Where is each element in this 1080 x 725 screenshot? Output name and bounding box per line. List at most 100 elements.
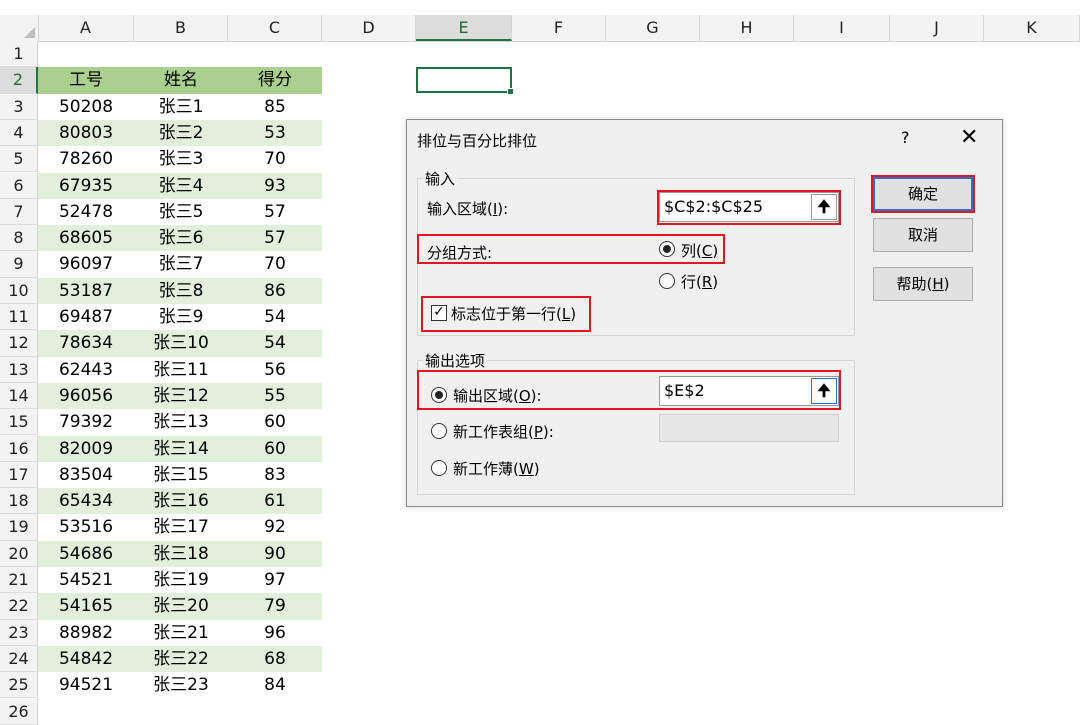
cell-score[interactable]: 55 bbox=[228, 383, 322, 409]
header-employee-id[interactable]: 工号 bbox=[38, 67, 134, 93]
output-range-field[interactable]: $E$2 🠉 bbox=[659, 376, 839, 406]
new-sheet-label[interactable]: 新工作表组(P): bbox=[453, 421, 554, 442]
radio-new-sheet[interactable] bbox=[431, 423, 447, 439]
cell-employee-id[interactable]: 96056 bbox=[38, 383, 134, 409]
cell-name[interactable]: 张三13 bbox=[134, 409, 228, 435]
column-header-A[interactable]: A bbox=[38, 15, 134, 41]
row-header-12[interactable]: 12 bbox=[0, 330, 38, 357]
column-header-H[interactable]: H bbox=[700, 15, 794, 41]
cell-name[interactable]: 张三19 bbox=[134, 567, 228, 593]
row-header-1[interactable]: 1 bbox=[0, 41, 38, 68]
cell-score[interactable]: 60 bbox=[228, 436, 322, 462]
cell-employee-id[interactable]: 54842 bbox=[38, 646, 134, 672]
row-header-11[interactable]: 11 bbox=[0, 304, 38, 331]
column-header-C[interactable]: C bbox=[228, 15, 322, 41]
cell-name[interactable]: 张三15 bbox=[134, 462, 228, 488]
cell-name[interactable]: 张三5 bbox=[134, 199, 228, 225]
column-header-B[interactable]: B bbox=[134, 15, 228, 41]
input-range-field[interactable]: $C$2:$C$25 🠉 bbox=[659, 192, 839, 222]
row-header-8[interactable]: 8 bbox=[0, 225, 38, 252]
radio-new-workbook[interactable] bbox=[431, 460, 447, 476]
cell-name[interactable]: 张三14 bbox=[134, 436, 228, 462]
cell-name[interactable]: 张三23 bbox=[134, 672, 228, 698]
header-name[interactable]: 姓名 bbox=[134, 67, 228, 93]
cell-employee-id[interactable]: 65434 bbox=[38, 488, 134, 514]
cell-score[interactable]: 68 bbox=[228, 646, 322, 672]
cell-score[interactable]: 96 bbox=[228, 620, 322, 646]
radio-output-range[interactable] bbox=[431, 387, 447, 403]
cell-score[interactable]: 61 bbox=[228, 488, 322, 514]
help-button[interactable]: 帮助(H) bbox=[873, 267, 973, 301]
new-sheet-field[interactable] bbox=[659, 414, 839, 442]
row-header-7[interactable]: 7 bbox=[0, 198, 38, 226]
cell-employee-id[interactable]: 54686 bbox=[38, 541, 134, 567]
row-header-19[interactable]: 19 bbox=[0, 514, 38, 541]
cell-score[interactable]: 57 bbox=[228, 225, 322, 251]
cell-score[interactable]: 90 bbox=[228, 541, 322, 567]
cell-employee-id[interactable]: 94521 bbox=[38, 672, 134, 698]
row-header-23[interactable]: 23 bbox=[0, 619, 38, 646]
cell-employee-id[interactable]: 52478 bbox=[38, 199, 134, 225]
cell-employee-id[interactable]: 53187 bbox=[38, 278, 134, 304]
header-score[interactable]: 得分 bbox=[228, 67, 322, 93]
column-header-J[interactable]: J bbox=[890, 15, 984, 41]
cell-name[interactable]: 张三10 bbox=[134, 330, 228, 356]
output-range-label[interactable]: 输出区域(O): bbox=[453, 385, 542, 406]
new-workbook-label[interactable]: 新工作薄(W) bbox=[453, 458, 540, 479]
row-header-15[interactable]: 15 bbox=[0, 409, 38, 436]
cell-employee-id[interactable]: 69487 bbox=[38, 304, 134, 330]
cell-score[interactable]: 70 bbox=[228, 146, 322, 172]
cell-score[interactable]: 92 bbox=[228, 514, 322, 540]
row-header-21[interactable]: 21 bbox=[0, 567, 38, 594]
cell-score[interactable]: 70 bbox=[228, 251, 322, 277]
cell-employee-id[interactable]: 96097 bbox=[38, 251, 134, 277]
cell-employee-id[interactable]: 68605 bbox=[38, 225, 134, 251]
cell-name[interactable]: 张三6 bbox=[134, 225, 228, 251]
cell-score[interactable]: 83 bbox=[228, 462, 322, 488]
column-header-F[interactable]: F bbox=[512, 15, 606, 41]
cancel-button[interactable]: 取消 bbox=[873, 218, 973, 252]
cell-score[interactable]: 57 bbox=[228, 199, 322, 225]
row-header-4[interactable]: 4 bbox=[0, 119, 38, 147]
row-header-24[interactable]: 24 bbox=[0, 645, 38, 673]
close-icon[interactable]: ✕ bbox=[960, 125, 978, 150]
help-icon[interactable]: ? bbox=[901, 128, 910, 147]
cell-score[interactable]: 54 bbox=[228, 330, 322, 356]
row-header-5[interactable]: 5 bbox=[0, 146, 38, 173]
cell-employee-id[interactable]: 88982 bbox=[38, 620, 134, 646]
cell-name[interactable]: 张三22 bbox=[134, 646, 228, 672]
column-header-D[interactable]: D bbox=[322, 15, 416, 41]
ok-button[interactable]: 确定 bbox=[873, 177, 973, 211]
cell-employee-id[interactable]: 54521 bbox=[38, 567, 134, 593]
cell-employee-id[interactable]: 54165 bbox=[38, 593, 134, 619]
cell-score[interactable]: 86 bbox=[228, 278, 322, 304]
cell-name[interactable]: 张三12 bbox=[134, 383, 228, 409]
row-header-16[interactable]: 16 bbox=[0, 435, 38, 462]
cell-employee-id[interactable]: 82009 bbox=[38, 436, 134, 462]
collapse-dialog-icon[interactable]: 🠉 bbox=[811, 378, 837, 404]
cell-employee-id[interactable]: 78634 bbox=[38, 330, 134, 356]
labels-first-row-label[interactable]: 标志位于第一行(L) bbox=[451, 303, 576, 324]
cell-name[interactable]: 张三4 bbox=[134, 173, 228, 199]
cell-employee-id[interactable]: 79392 bbox=[38, 409, 134, 435]
cell-name[interactable]: 张三18 bbox=[134, 541, 228, 567]
radio-columns-label[interactable]: 列(C) bbox=[681, 240, 718, 261]
cell-name[interactable]: 张三21 bbox=[134, 620, 228, 646]
cell-name[interactable]: 张三16 bbox=[134, 488, 228, 514]
cell-score[interactable]: 53 bbox=[228, 120, 322, 146]
row-header-6[interactable]: 6 bbox=[0, 172, 38, 199]
radio-rows[interactable] bbox=[659, 273, 675, 289]
cell-score[interactable]: 54 bbox=[228, 304, 322, 330]
cell-score[interactable]: 56 bbox=[228, 357, 322, 383]
row-header-3[interactable]: 3 bbox=[0, 93, 38, 120]
cell-name[interactable]: 张三7 bbox=[134, 251, 228, 277]
cell-employee-id[interactable]: 53516 bbox=[38, 514, 134, 540]
row-header-14[interactable]: 14 bbox=[0, 382, 38, 410]
column-header-I[interactable]: I bbox=[794, 15, 890, 41]
cell-employee-id[interactable]: 80803 bbox=[38, 120, 134, 146]
row-header-26[interactable]: 26 bbox=[0, 698, 38, 725]
cell-name[interactable]: 张三2 bbox=[134, 120, 228, 146]
cell-name[interactable]: 张三9 bbox=[134, 304, 228, 330]
row-header-25[interactable]: 25 bbox=[0, 672, 38, 699]
cell-score[interactable]: 84 bbox=[228, 672, 322, 698]
